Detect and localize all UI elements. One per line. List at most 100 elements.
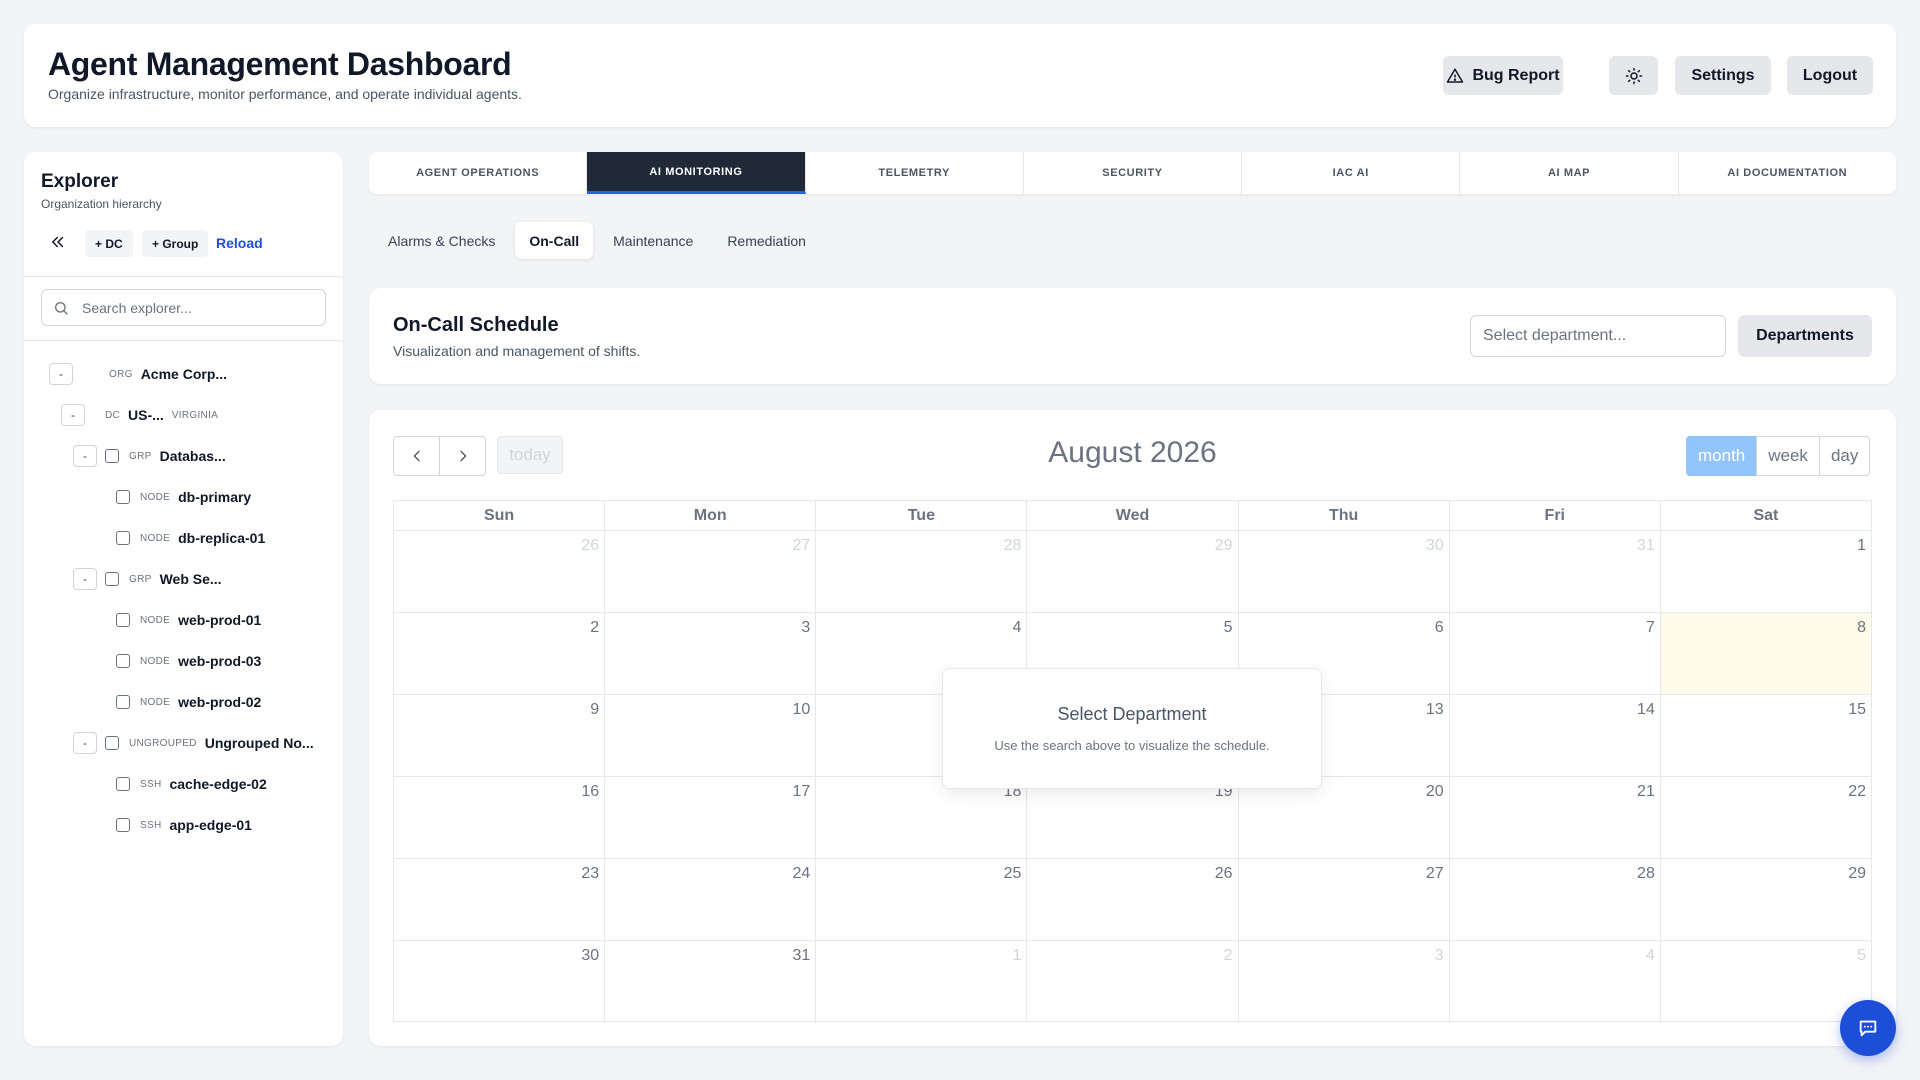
calendar-day[interactable]: 27 xyxy=(605,531,817,612)
calendar-day[interactable]: 4 xyxy=(1450,941,1661,1023)
calendar-day[interactable]: 14 xyxy=(1450,695,1661,776)
select-checkbox[interactable] xyxy=(116,490,130,504)
subtab-remediation[interactable]: Remediation xyxy=(713,222,820,259)
tree-item-node[interactable]: NODE db-primary xyxy=(116,485,251,509)
chat-button[interactable] xyxy=(1840,1000,1896,1056)
calendar-day[interactable]: 16 xyxy=(394,777,606,858)
tree-item-name: db-primary xyxy=(178,489,252,505)
search-input[interactable] xyxy=(82,299,325,316)
department-search-input[interactable] xyxy=(1470,315,1726,357)
tree-item-ssh[interactable]: SSH cache-edge-02 xyxy=(116,772,267,796)
subtab-maintenance[interactable]: Maintenance xyxy=(599,222,707,259)
calendar-day[interactable]: 26 xyxy=(1027,859,1239,940)
calendar-week: 30 31 1 2 3 4 5 xyxy=(394,941,1871,1023)
calendar-day[interactable]: 25 xyxy=(816,859,1028,940)
tree-item-dc[interactable]: - DC US-... VIRGINIA xyxy=(61,403,218,427)
explorer-search[interactable] xyxy=(41,289,326,326)
collapse-toggle[interactable]: - xyxy=(73,732,97,754)
settings-button[interactable]: Settings xyxy=(1675,56,1771,95)
select-checkbox[interactable] xyxy=(105,572,119,586)
day-number: 4 xyxy=(1012,619,1022,636)
calendar-day[interactable]: 2 xyxy=(1027,941,1239,1023)
select-checkbox[interactable] xyxy=(116,531,130,545)
calendar-day[interactable]: 2 xyxy=(394,613,606,694)
select-checkbox[interactable] xyxy=(105,736,119,750)
calendar-day[interactable]: 29 xyxy=(1661,859,1871,940)
tree-item-node[interactable]: NODE web-prod-02 xyxy=(116,690,261,714)
collapse-sidebar-button[interactable] xyxy=(46,230,70,254)
calendar-day[interactable]: 1 xyxy=(1661,531,1871,612)
view-switcher: month week day xyxy=(1686,436,1871,476)
calendar-day[interactable]: 19 xyxy=(1027,777,1239,858)
calendar-day[interactable]: 28 xyxy=(1450,859,1661,940)
month-view-button[interactable]: month xyxy=(1686,436,1758,476)
add-dc-button[interactable]: + DC xyxy=(85,230,133,257)
calendar-day[interactable]: 18 xyxy=(816,777,1028,858)
tree-item-ungrouped[interactable]: - UNGROUPED Ungrouped No... xyxy=(73,731,314,755)
tab-agent-operations[interactable]: AGENT OPERATIONS xyxy=(369,152,588,194)
tree-item-node[interactable]: NODE db-replica-01 xyxy=(116,526,265,550)
logout-button[interactable]: Logout xyxy=(1787,56,1873,95)
tree-item-ssh[interactable]: SSH app-edge-01 xyxy=(116,813,252,837)
day-view-button[interactable]: day xyxy=(1818,436,1871,476)
day-number: 30 xyxy=(1425,537,1444,554)
calendar-week: 23 24 25 26 27 28 29 xyxy=(394,859,1871,941)
calendar-day[interactable]: 26 xyxy=(394,531,606,612)
calendar-day[interactable]: 17 xyxy=(605,777,817,858)
subtab-on-call[interactable]: On-Call xyxy=(515,222,594,259)
select-checkbox[interactable] xyxy=(116,777,130,791)
calendar-day[interactable]: 9 xyxy=(394,695,606,776)
collapse-toggle[interactable]: - xyxy=(61,404,85,426)
calendar-day[interactable]: 24 xyxy=(605,859,817,940)
calendar-day[interactable]: 5 xyxy=(1661,941,1871,1023)
tree-item-group[interactable]: - GRP Web Se... xyxy=(73,567,222,591)
tree-item-type: SSH xyxy=(140,778,162,790)
calendar-day[interactable]: 28 xyxy=(816,531,1028,612)
day-number: 5 xyxy=(1223,619,1233,636)
collapse-toggle[interactable]: - xyxy=(73,568,97,590)
calendar-day[interactable]: 15 xyxy=(1661,695,1871,776)
calendar-day-today[interactable]: 8 xyxy=(1660,613,1871,694)
tab-ai-documentation[interactable]: AI DOCUMENTATION xyxy=(1679,152,1896,194)
calendar-day[interactable]: 20 xyxy=(1239,777,1450,858)
day-of-week-label: Thu xyxy=(1239,501,1450,530)
calendar-day[interactable]: 10 xyxy=(605,695,817,776)
tab-iac-ai[interactable]: IAC AI xyxy=(1242,152,1461,194)
tree-item-node[interactable]: NODE web-prod-01 xyxy=(116,608,261,632)
calendar-day[interactable]: 21 xyxy=(1450,777,1661,858)
tree-item-node[interactable]: NODE web-prod-03 xyxy=(116,649,261,673)
departments-button[interactable]: Departments xyxy=(1738,315,1872,357)
reload-button[interactable]: Reload xyxy=(216,235,263,251)
collapse-toggle[interactable]: - xyxy=(73,445,97,467)
tree-item-type: UNGROUPED xyxy=(129,737,197,749)
calendar-day[interactable]: 3 xyxy=(605,613,817,694)
week-view-button[interactable]: week xyxy=(1756,436,1820,476)
tab-ai-monitoring[interactable]: AI MONITORING xyxy=(587,152,806,194)
collapse-toggle[interactable]: - xyxy=(49,363,73,385)
bug-report-button[interactable]: Bug Report xyxy=(1443,56,1563,95)
select-checkbox[interactable] xyxy=(116,654,130,668)
calendar-day[interactable]: 1 xyxy=(816,941,1028,1023)
select-checkbox[interactable] xyxy=(116,818,130,832)
calendar-day[interactable]: 30 xyxy=(394,941,606,1023)
tab-telemetry[interactable]: TELEMETRY xyxy=(806,152,1024,194)
calendar-day[interactable]: 29 xyxy=(1027,531,1239,612)
subtab-alarms-checks[interactable]: Alarms & Checks xyxy=(374,222,509,259)
calendar-day[interactable]: 30 xyxy=(1239,531,1450,612)
select-checkbox[interactable] xyxy=(105,449,119,463)
tab-ai-map[interactable]: AI MAP xyxy=(1460,152,1679,194)
select-checkbox[interactable] xyxy=(116,613,130,627)
calendar-day[interactable]: 31 xyxy=(1450,531,1661,612)
select-checkbox[interactable] xyxy=(116,695,130,709)
theme-toggle-button[interactable] xyxy=(1609,56,1658,95)
calendar-day[interactable]: 23 xyxy=(394,859,606,940)
calendar-day[interactable]: 27 xyxy=(1239,859,1450,940)
tree-item-org[interactable]: - ORG Acme Corp... xyxy=(49,362,227,386)
calendar-day[interactable]: 31 xyxy=(605,941,817,1023)
calendar-day[interactable]: 22 xyxy=(1661,777,1871,858)
tab-security[interactable]: SECURITY xyxy=(1024,152,1243,194)
calendar-day[interactable]: 7 xyxy=(1450,613,1661,694)
add-group-button[interactable]: + Group xyxy=(142,230,209,257)
calendar-day[interactable]: 3 xyxy=(1239,941,1450,1023)
tree-item-group[interactable]: - GRP Databas... xyxy=(73,444,226,468)
